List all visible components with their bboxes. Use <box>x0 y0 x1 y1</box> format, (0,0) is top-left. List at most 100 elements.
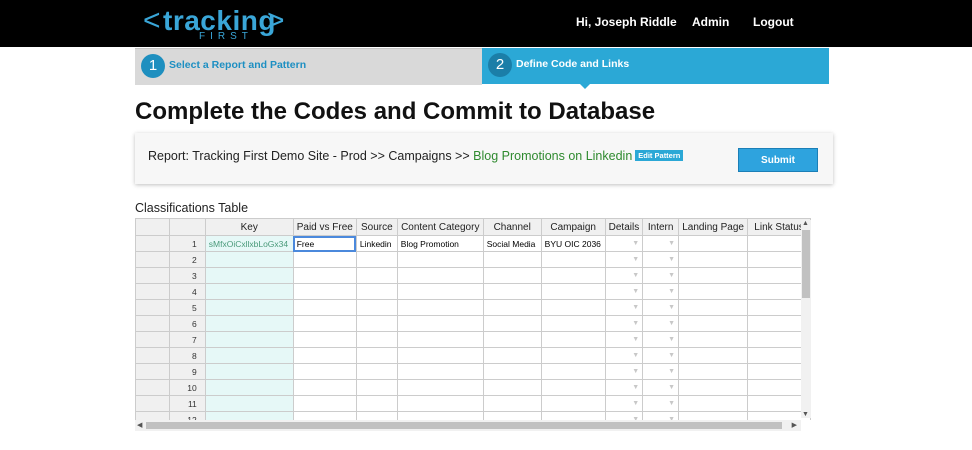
cell-key[interactable] <box>204 315 294 332</box>
chevron-down-icon[interactable]: ▼ <box>632 240 639 247</box>
cell-channel[interactable] <box>482 347 542 364</box>
cell-channel[interactable] <box>482 363 542 380</box>
cell-paid[interactable] <box>292 267 357 284</box>
cell-category[interactable] <box>396 363 484 380</box>
chevron-down-icon[interactable]: ▼ <box>668 400 675 407</box>
logout-link[interactable]: Logout <box>753 15 794 29</box>
cell-landing-page[interactable] <box>678 411 749 420</box>
chevron-down-icon[interactable]: ▼ <box>632 272 639 279</box>
chevron-down-icon[interactable]: ▼ <box>668 320 675 327</box>
cell-category[interactable] <box>396 251 484 268</box>
cell-campaign[interactable] <box>540 331 606 348</box>
cell-campaign[interactable]: BYU OIC 2036 <box>540 235 606 252</box>
vertical-scroll-thumb[interactable] <box>802 230 810 298</box>
chevron-down-icon[interactable]: ▼ <box>632 320 639 327</box>
cell-intern-dropdown[interactable]: ▼ <box>642 331 680 348</box>
cell-details-dropdown[interactable]: ▼ <box>604 267 644 284</box>
cell-details-dropdown[interactable]: ▼ <box>604 411 644 420</box>
cell-key[interactable] <box>204 347 294 364</box>
chevron-down-icon[interactable]: ▼ <box>668 240 675 247</box>
cell-campaign[interactable] <box>540 395 606 412</box>
chevron-down-icon[interactable]: ▼ <box>668 288 675 295</box>
column-header-source[interactable]: Source <box>355 218 398 236</box>
cell-category[interactable] <box>396 379 484 396</box>
column-header-content-category[interactable]: Content Category <box>396 218 484 236</box>
cell-source[interactable] <box>355 299 398 316</box>
cell-source[interactable] <box>355 347 398 364</box>
column-header-landing-page[interactable]: Landing Page <box>678 218 749 236</box>
cell-key[interactable] <box>204 395 294 412</box>
cell-details-dropdown[interactable]: ▼ <box>604 331 644 348</box>
triangle-right-icon[interactable]: ▶ <box>792 421 797 429</box>
cell-landing-page[interactable] <box>678 267 749 284</box>
cell-intern-dropdown[interactable]: ▼ <box>642 235 680 252</box>
cell-paid[interactable] <box>292 411 357 420</box>
cell-key[interactable] <box>204 299 294 316</box>
classifications-grid[interactable]: Key Paid vs Free Source Content Category… <box>135 218 811 420</box>
cell-campaign[interactable] <box>540 379 606 396</box>
cell-paid[interactable] <box>292 363 357 380</box>
cell-landing-page[interactable] <box>678 331 749 348</box>
cell-source[interactable]: Linkedin <box>355 235 398 252</box>
triangle-left-icon[interactable]: ◀ <box>137 421 142 429</box>
pattern-link[interactable]: Blog Promotions on Linkedin <box>473 149 632 163</box>
chevron-down-icon[interactable]: ▼ <box>632 368 639 375</box>
cell-landing-page[interactable] <box>678 379 749 396</box>
cell-channel[interactable] <box>482 331 542 348</box>
vertical-scrollbar[interactable]: ▲ ▼ <box>801 220 811 418</box>
cell-source[interactable] <box>355 267 398 284</box>
column-header-key[interactable]: Key <box>204 218 294 236</box>
step-define-code[interactable]: 2 Define Code and Links <box>482 48 829 89</box>
triangle-up-icon[interactable]: ▲ <box>802 220 809 227</box>
cell-intern-dropdown[interactable]: ▼ <box>642 379 680 396</box>
cell-source[interactable] <box>355 251 398 268</box>
cell-paid[interactable] <box>292 347 357 364</box>
cell-landing-page[interactable] <box>678 363 749 380</box>
triangle-down-icon[interactable]: ▼ <box>802 411 809 418</box>
chevron-down-icon[interactable]: ▼ <box>668 256 675 263</box>
chevron-down-icon[interactable]: ▼ <box>668 368 675 375</box>
cell-key[interactable] <box>204 363 294 380</box>
cell-category[interactable] <box>396 267 484 284</box>
cell-key[interactable] <box>204 331 294 348</box>
cell-channel[interactable] <box>482 267 542 284</box>
cell-key[interactable] <box>204 251 294 268</box>
cell-key[interactable] <box>204 283 294 300</box>
chevron-down-icon[interactable]: ▼ <box>668 352 675 359</box>
chevron-down-icon[interactable]: ▼ <box>668 272 675 279</box>
chevron-down-icon[interactable]: ▼ <box>668 384 675 391</box>
cell-intern-dropdown[interactable]: ▼ <box>642 299 680 316</box>
column-header-details[interactable]: Details <box>604 218 644 236</box>
cell-campaign[interactable] <box>540 283 606 300</box>
cell-intern-dropdown[interactable]: ▼ <box>642 347 680 364</box>
column-header-intern[interactable]: Intern <box>642 218 680 236</box>
cell-paid[interactable] <box>292 395 357 412</box>
cell-landing-page[interactable] <box>678 347 749 364</box>
step-select-report[interactable]: 1 Select a Report and Pattern <box>135 48 482 85</box>
cell-paid[interactable] <box>292 299 357 316</box>
cell-campaign[interactable] <box>540 299 606 316</box>
cell-intern-dropdown[interactable]: ▼ <box>642 267 680 284</box>
cell-category[interactable] <box>396 315 484 332</box>
cell-source[interactable] <box>355 363 398 380</box>
cell-category[interactable] <box>396 395 484 412</box>
cell-details-dropdown[interactable]: ▼ <box>604 283 644 300</box>
chevron-down-icon[interactable]: ▼ <box>632 384 639 391</box>
cell-category[interactable] <box>396 347 484 364</box>
chevron-down-icon[interactable]: ▼ <box>632 304 639 311</box>
cell-source[interactable] <box>355 331 398 348</box>
cell-paid[interactable] <box>292 379 357 396</box>
cell-intern-dropdown[interactable]: ▼ <box>642 363 680 380</box>
chevron-down-icon[interactable]: ▼ <box>632 400 639 407</box>
chevron-down-icon[interactable]: ▼ <box>632 288 639 295</box>
horizontal-scrollbar[interactable]: ◀ ▶ <box>135 420 801 431</box>
column-header-campaign[interactable]: Campaign <box>540 218 606 236</box>
chevron-down-icon[interactable]: ▼ <box>632 336 639 343</box>
cell-campaign[interactable] <box>540 347 606 364</box>
cell-category[interactable] <box>396 331 484 348</box>
column-header-paid-vs-free[interactable]: Paid vs Free <box>292 218 357 236</box>
cell-details-dropdown[interactable]: ▼ <box>604 379 644 396</box>
cell-paid[interactable] <box>292 283 357 300</box>
cell-details-dropdown[interactable]: ▼ <box>604 235 644 252</box>
cell-source[interactable] <box>355 379 398 396</box>
